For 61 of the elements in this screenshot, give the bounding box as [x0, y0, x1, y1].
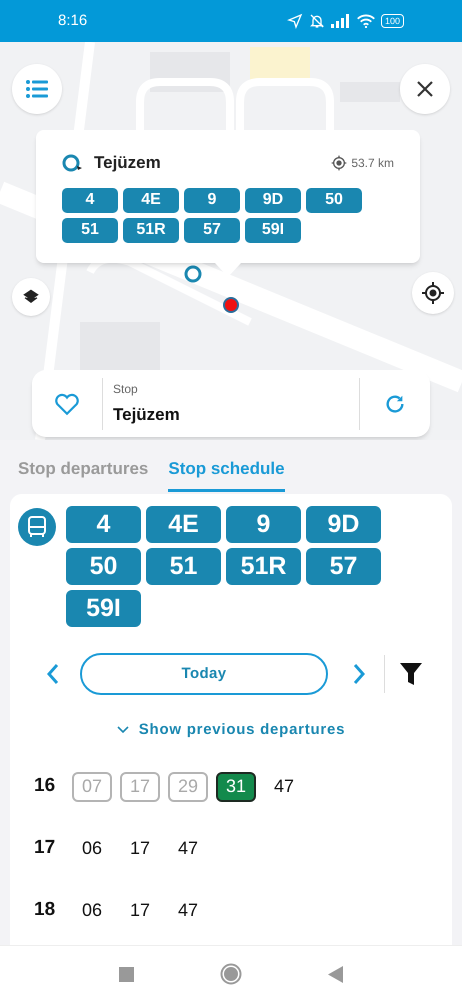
- departure-minute: 17: [128, 837, 152, 860]
- chevron-down-icon: [116, 726, 129, 734]
- departure-minute: 07: [72, 772, 112, 802]
- crosshair-icon: [331, 154, 348, 171]
- hour-label: 18: [34, 898, 56, 922]
- route-badge[interactable]: 50: [66, 548, 141, 585]
- route-badge[interactable]: 59I: [245, 218, 301, 242]
- tab[interactable]: Stop departures: [18, 456, 148, 492]
- route-badge[interactable]: 9: [184, 188, 240, 212]
- departure-minute: 47: [272, 775, 296, 798]
- recent-apps-icon[interactable]: [119, 966, 134, 982]
- heart-icon: [54, 392, 80, 416]
- route-badge[interactable]: 50: [306, 188, 362, 212]
- refresh-icon: [384, 392, 406, 414]
- route-badge[interactable]: 4: [66, 506, 141, 543]
- popup-stop-name: Tejüzem: [94, 152, 161, 174]
- stop-icon: [62, 152, 84, 173]
- location-icon: [286, 13, 303, 29]
- home-icon[interactable]: [220, 963, 242, 985]
- route-badge[interactable]: 4E: [146, 506, 221, 543]
- route-badge[interactable]: 51: [146, 548, 221, 585]
- stop-name: Tejüzem: [113, 404, 181, 426]
- departure-minute: 31: [216, 772, 256, 802]
- chevron-left-icon: [46, 663, 60, 685]
- signal-icon: [330, 14, 351, 28]
- distance-label: 53.7 km: [351, 154, 394, 172]
- departure-minute: 17: [128, 899, 152, 922]
- route-badge[interactable]: 59I: [66, 590, 141, 627]
- route-badge[interactable]: 9: [226, 506, 301, 543]
- filter-icon: [399, 661, 423, 687]
- departure-minute: 17: [120, 772, 160, 802]
- route-badge[interactable]: 4: [62, 188, 118, 212]
- hour-label: 16: [34, 774, 56, 798]
- route-badge[interactable]: 51R: [123, 218, 179, 242]
- stop-label: Stop: [113, 380, 139, 398]
- crosshair-icon: [421, 281, 445, 305]
- back-icon[interactable]: [328, 966, 343, 982]
- route-badge[interactable]: 4E: [123, 188, 179, 212]
- departure-minute: 47: [176, 899, 200, 922]
- departure-minute: 47: [176, 837, 200, 860]
- bus-icon: [18, 508, 56, 546]
- day-selector[interactable]: Today: [80, 653, 328, 695]
- departure-minute: 06: [80, 837, 104, 860]
- departure-minute: 06: [80, 899, 104, 922]
- route-badge[interactable]: 57: [306, 548, 381, 585]
- muted-bell-icon: [308, 13, 325, 29]
- route-badge[interactable]: 9D: [306, 506, 381, 543]
- route-badge[interactable]: 51: [62, 218, 118, 242]
- show-previous-button[interactable]: Show previous departures: [116, 719, 346, 742]
- wifi-icon: [356, 14, 375, 28]
- close-icon: [416, 80, 434, 98]
- status-time: 8:16: [58, 10, 88, 31]
- hour-label: 17: [34, 836, 56, 860]
- layers-icon: [22, 288, 40, 306]
- route-badge[interactable]: 51R: [226, 548, 301, 585]
- departure-minute: 29: [168, 772, 208, 802]
- route-badge[interactable]: 9D: [245, 188, 301, 212]
- chevron-right-icon: [352, 663, 366, 685]
- route-badge[interactable]: 57: [184, 218, 240, 242]
- menu-icon: [26, 80, 48, 98]
- battery-indicator: 100: [380, 14, 404, 28]
